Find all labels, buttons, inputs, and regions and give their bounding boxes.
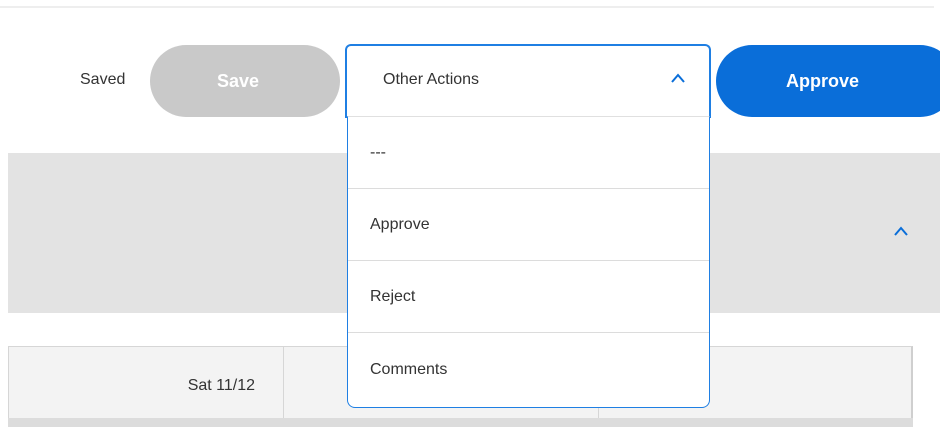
other-actions-select[interactable]: Other Actions	[345, 44, 711, 118]
chevron-up-icon	[671, 73, 685, 83]
menu-item-approve[interactable]: Approve	[348, 189, 709, 261]
approve-button[interactable]: Approve	[716, 45, 940, 117]
saved-status: Saved	[80, 71, 126, 88]
approve-button-label: Approve	[786, 70, 860, 91]
other-actions-label: Other Actions	[383, 71, 480, 88]
chevron-up-icon[interactable]	[893, 225, 909, 237]
grid-divider	[8, 418, 913, 427]
grid-column-header: Sat 11/12	[9, 347, 284, 419]
save-button-label: Save	[216, 70, 260, 91]
menu-item-reject[interactable]: Reject	[348, 261, 709, 333]
menu-item-comments[interactable]: Comments	[348, 333, 709, 407]
other-actions-menu: --- Approve Reject Comments	[347, 116, 710, 408]
top-divider	[0, 0, 934, 8]
menu-item-blank[interactable]: ---	[348, 117, 709, 189]
save-button[interactable]: Save	[150, 45, 340, 117]
column-header-label: Sat 11/12	[187, 377, 255, 394]
